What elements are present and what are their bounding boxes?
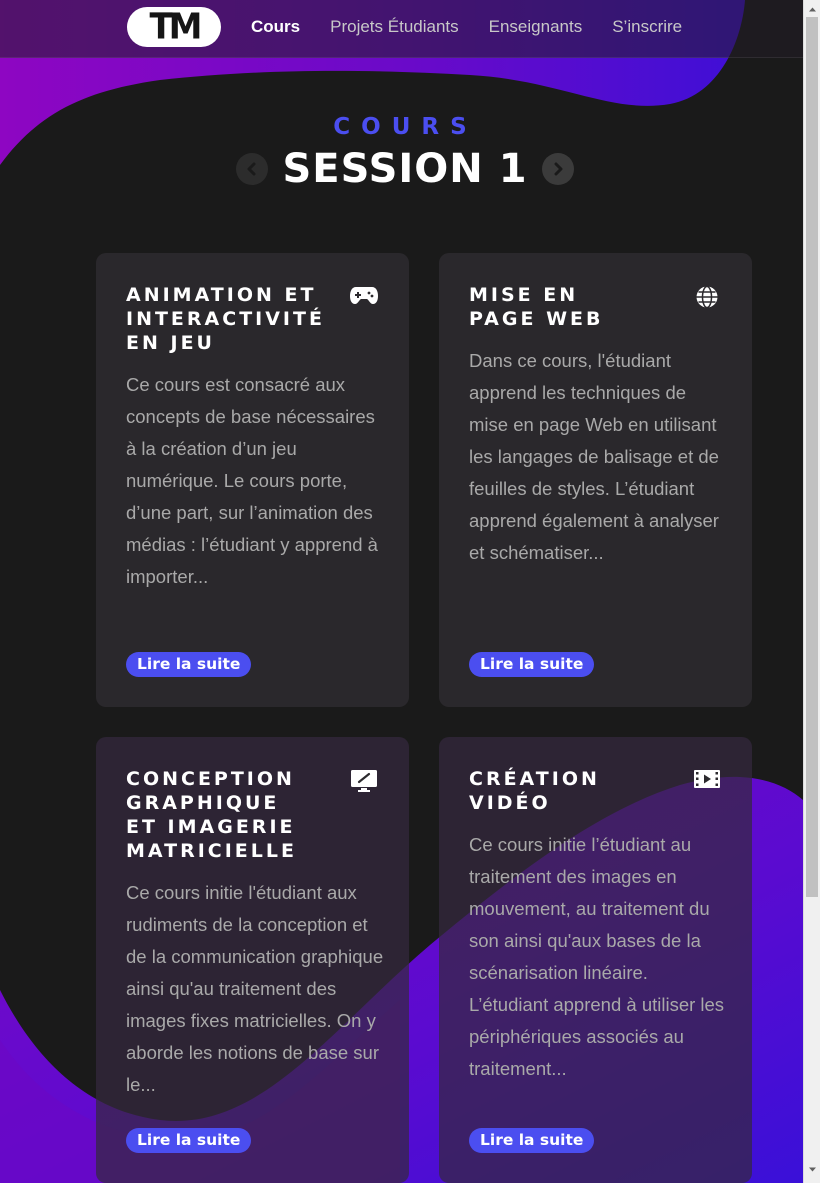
scroll-up-arrow-icon[interactable] [808, 5, 817, 14]
page-viewport: TM Cours Projets Étudiants Enseignants S… [0, 0, 803, 1183]
course-title: CRÉATION VIDÉO [469, 768, 600, 814]
read-more-button[interactable]: Lire la suite [469, 652, 595, 677]
course-title: CONCEPTION GRAPHIQUE ET IMAGERIE MATRICI… [126, 768, 297, 862]
logo-text: TM [149, 6, 202, 49]
previous-session-button[interactable] [236, 153, 269, 185]
course-card: ANIMATION ET INTERACTIVITÉ EN JEU Ce cou… [96, 253, 409, 707]
read-more-button[interactable]: Lire la suite [126, 652, 252, 677]
main-navigation: TM Cours Projets Étudiants Enseignants S… [0, 0, 803, 58]
chevron-right-icon [554, 162, 563, 176]
next-session-button[interactable] [541, 153, 574, 185]
course-description: Ce cours initie l'étudiant aux rudiments… [126, 882, 384, 1095]
drawing-tablet-icon [349, 769, 379, 795]
course-card: CONCEPTION GRAPHIQUE ET IMAGERIE MATRICI… [96, 737, 409, 1183]
read-more-button[interactable]: Lire la suite [469, 1128, 595, 1153]
nav-links: Cours Projets Étudiants Enseignants S’in… [251, 17, 682, 37]
read-more-button[interactable]: Lire la suite [126, 1128, 252, 1153]
course-card: MISE EN PAGE WEB Dans ce cours, l'étudia… [439, 253, 752, 707]
site-logo[interactable]: TM [127, 7, 221, 47]
course-title: ANIMATION ET INTERACTIVITÉ EN JEU [126, 284, 325, 354]
globe-icon [692, 285, 722, 311]
session-title: SESSION 1 [282, 146, 528, 192]
course-title: MISE EN PAGE WEB [469, 284, 604, 330]
vertical-scrollbar[interactable] [803, 0, 820, 1183]
nav-link-projets-etudiants[interactable]: Projets Étudiants [330, 17, 459, 37]
course-description: Ce cours est consacré aux concepts de ba… [126, 374, 378, 587]
scrollbar-thumb[interactable] [806, 17, 818, 897]
section-eyebrow: COURS [333, 114, 478, 140]
course-card: CRÉATION VIDÉO Ce cours initie l’étudian… [439, 737, 752, 1183]
gamepad-icon [349, 285, 379, 311]
nav-link-sinscrire[interactable]: S’inscrire [612, 17, 682, 37]
session-selector: SESSION 1 [0, 146, 803, 192]
nav-link-enseignants[interactable]: Enseignants [489, 17, 583, 37]
film-icon [692, 769, 722, 795]
scroll-down-arrow-icon[interactable] [808, 1165, 817, 1174]
course-description: Ce cours initie l’étudiant au traitement… [469, 834, 725, 1079]
nav-link-cours[interactable]: Cours [251, 17, 300, 37]
course-description: Dans ce cours, l'étudiant apprend les te… [469, 350, 719, 563]
chevron-left-icon [247, 162, 256, 176]
